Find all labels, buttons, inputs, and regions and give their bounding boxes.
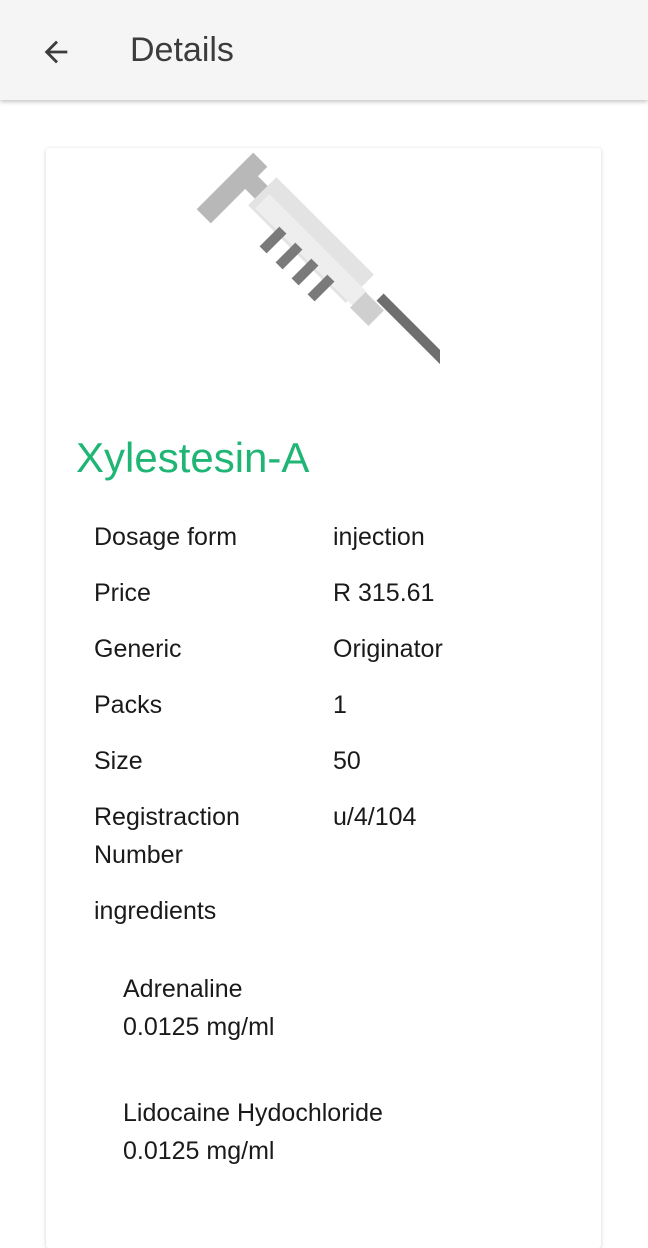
detail-label: Generic [94,635,182,663]
ingredient-item: Lidocaine Hydochloride 0.0125 mg/ml [123,1094,554,1170]
ingredients-heading: ingredients [94,897,217,925]
detail-value: 1 [333,691,347,719]
detail-label: Price [94,579,151,607]
detail-row-dosage-form: Dosage form injection [94,518,554,556]
app-bar: Details [0,0,648,100]
arrow-back-icon [44,40,68,64]
details-list: Dosage form injection Price R 315.61 Gen… [94,518,554,1218]
detail-value: 50 [333,747,361,775]
ingredient-name: Adrenaline [123,975,243,1003]
detail-value: Originator [333,635,443,663]
detail-label: Dosage form [94,523,238,551]
detail-row-registration-number: Registraction Number u/4/104 [94,798,554,874]
detail-value: u/4/104 [333,803,417,831]
detail-value: injection [333,523,425,551]
back-button[interactable] [30,26,82,78]
detail-row-generic: Generic Originator [94,630,554,668]
page-title: Details [130,31,234,69]
detail-row-price: Price R 315.61 [94,574,554,612]
ingredient-name: Lidocaine Hydochloride [123,1099,383,1127]
syringe-icon [196,152,440,369]
drug-name: Xylestesin-A [76,434,310,481]
detail-label: Packs [94,691,163,719]
ingredient-strength: 0.0125 mg/ml [123,1013,275,1041]
ingredient-strength: 0.0125 mg/ml [123,1137,275,1165]
ingredient-item: Adrenaline 0.0125 mg/ml [123,970,554,1046]
detail-row-size: Size 50 [94,742,554,780]
product-card: Xylestesin-A Dosage form injection Price… [46,148,601,1248]
detail-value: R 315.61 [333,579,435,607]
detail-row-packs: Packs 1 [94,686,554,724]
detail-label: Registraction Number [94,803,240,869]
detail-label: Size [94,747,143,775]
